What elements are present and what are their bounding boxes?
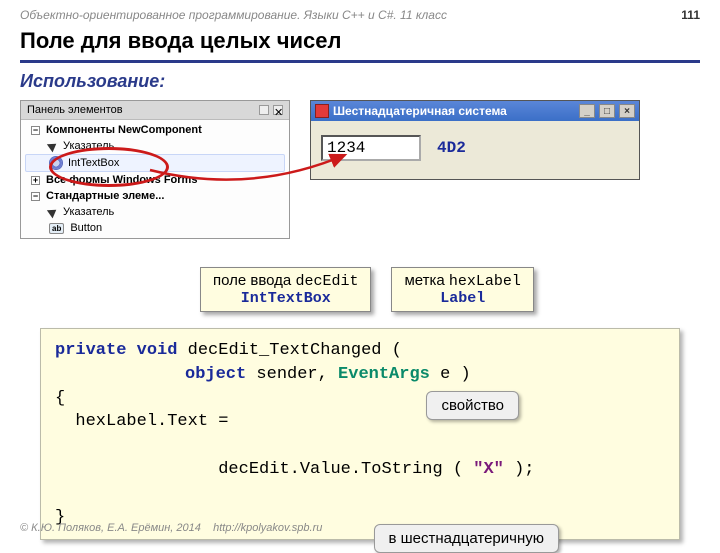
footer-copy: © К.Ю. Поляков, Е.А. Ерёмин, 2014 (20, 522, 201, 534)
usage-subhead: Использование: (20, 71, 700, 92)
course-name: Объектно-ориентированное программировани… (20, 8, 447, 22)
tree-label: Указатель (63, 206, 114, 218)
minimize-button[interactable]: _ (579, 104, 595, 118)
callout-decedit: поле ввода decEdit IntTextBox (200, 267, 371, 312)
close-button[interactable]: × (619, 104, 635, 118)
tree-label: Button (70, 222, 102, 234)
app-icon (315, 104, 329, 118)
maximize-button[interactable]: □ (599, 104, 615, 118)
course-header: Объектно-ориентированное программировани… (0, 0, 720, 26)
hex-label-output: 4D2 (437, 139, 466, 157)
footer: © К.Ю. Поляков, Е.А. Ерёмин, 2014 http:/… (20, 522, 322, 534)
collapse-icon[interactable]: − (31, 126, 40, 135)
pin-icon[interactable] (259, 105, 269, 115)
button-icon: ab (49, 223, 64, 234)
collapse-icon[interactable]: − (31, 192, 40, 201)
tag-property: свойство (426, 391, 519, 420)
app-window: Шестнадцатеричная система _ □ × 1234 4D2 (310, 100, 640, 180)
footer-url: http://kpolyakov.spb.ru (213, 522, 322, 534)
tree-label: Указатель (63, 140, 114, 152)
page-title: Поле для ввода целых чисел (20, 26, 700, 63)
tree-item-pointer[interactable]: Указатель (25, 138, 285, 154)
gear-icon (50, 157, 62, 169)
tree-category-standard[interactable]: − Стандартные элеме... (25, 188, 285, 204)
dec-edit-input[interactable]: 1234 (321, 135, 421, 161)
tag-tohex: в шестнадцатеричную (374, 524, 559, 553)
expand-icon[interactable]: + (31, 176, 40, 185)
tree-label: Все формы Windows Forms (46, 174, 197, 186)
tree-category-allforms[interactable]: + Все формы Windows Forms (25, 172, 285, 188)
callout-hexlabel: метка hexLabel Label (391, 267, 533, 312)
window-title: Шестнадцатеричная система (333, 104, 507, 118)
tree-label: Стандартные элеме... (46, 190, 164, 202)
tree-item-inttextbox[interactable]: IntTextBox (25, 154, 285, 172)
pointer-icon (47, 140, 59, 153)
tree-label: Компоненты NewComponent (46, 124, 202, 136)
code-block: private void decEdit_TextChanged ( objec… (40, 328, 680, 540)
tree-label: IntTextBox (68, 157, 119, 169)
close-icon[interactable]: ✕ (273, 105, 283, 115)
pointer-icon (47, 206, 59, 219)
toolbox-header: Панель элементов ✕ (21, 101, 289, 120)
tree-item-button[interactable]: ab Button (25, 220, 285, 236)
toolbox-tree: − Компоненты NewComponent Указатель IntT… (21, 120, 289, 238)
tree-item-pointer2[interactable]: Указатель (25, 204, 285, 220)
toolbox-title: Панель элементов (27, 104, 123, 116)
tree-category-newcomponent[interactable]: − Компоненты NewComponent (25, 122, 285, 138)
toolbox-panel: Панель элементов ✕ − Компоненты NewCompo… (20, 100, 290, 239)
page-number: 111 (681, 8, 700, 22)
window-titlebar: Шестнадцатеричная система _ □ × (311, 101, 639, 121)
